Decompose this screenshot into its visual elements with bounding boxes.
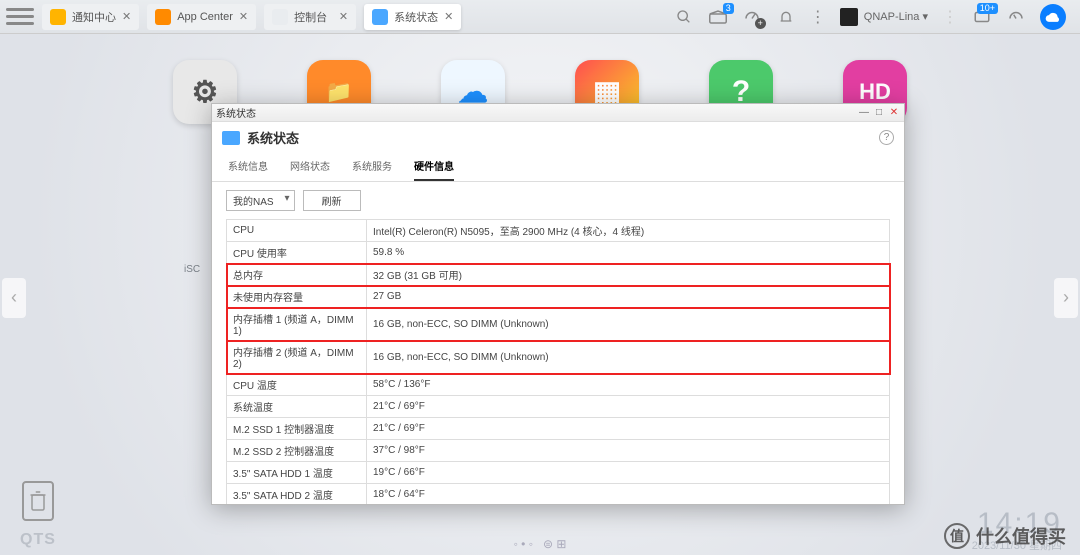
row-value: 19°C / 66°F xyxy=(367,462,890,484)
hardware-info-table: CPUIntel(R) Celeron(R) N5095，至高 2900 MHz… xyxy=(226,219,890,504)
row-value: 59.8 % xyxy=(367,242,890,264)
row-value: Intel(R) Celeron(R) N5095，至高 2900 MHz (4… xyxy=(367,220,890,242)
tab-icon xyxy=(272,9,288,25)
tab-close-icon[interactable]: ✕ xyxy=(444,10,453,23)
trash-icon[interactable] xyxy=(22,481,54,521)
table-row: 内存插槽 2 (频道 A，DIMM 2)16 GB, non-ECC, SO D… xyxy=(227,341,890,374)
help-icon[interactable]: ? xyxy=(879,130,894,145)
speed-icon[interactable]: + xyxy=(742,7,762,27)
ext-icon[interactable]: 10+ xyxy=(972,7,992,27)
row-value: 21°C / 69°F xyxy=(367,396,890,418)
desktop-prev-icon[interactable]: ‹ xyxy=(2,278,26,318)
window-tab[interactable]: 硬件信息 xyxy=(414,153,454,181)
avatar xyxy=(840,8,858,26)
row-key: CPU 温度 xyxy=(227,374,367,396)
system-status-window: 系统状态 — □ ✕ 系统状态 ? 系统信息网络状态系统服务硬件信息 我的NAS… xyxy=(211,103,905,505)
app-tab[interactable]: 通知中心 ✕ xyxy=(42,4,139,30)
tab-icon xyxy=(372,9,388,25)
row-key: 内存插槽 1 (频道 A，DIMM 1) xyxy=(227,308,367,341)
row-value: 37°C / 98°F xyxy=(367,440,890,462)
qts-logo: QTS xyxy=(20,531,56,549)
row-key: CPU 使用率 xyxy=(227,242,367,264)
window-tab[interactable]: 系统服务 xyxy=(352,153,392,181)
row-key: CPU xyxy=(227,220,367,242)
nas-select[interactable]: 我的NAS xyxy=(226,190,295,211)
row-key: M.2 SSD 2 控制器温度 xyxy=(227,440,367,462)
window-tabs: 系统信息网络状态系统服务硬件信息 xyxy=(212,153,904,182)
app-tab[interactable]: 系统状态 ✕ xyxy=(364,4,461,30)
table-row: 总内存32 GB (31 GB 可用) xyxy=(227,264,890,286)
table-row: 未使用内存容量27 GB xyxy=(227,286,890,308)
window-title: 系统状态 xyxy=(247,128,299,147)
app-tab[interactable]: App Center ✕ xyxy=(147,4,256,30)
tab-label: App Center xyxy=(177,11,233,23)
divider: ⋮ xyxy=(942,7,958,27)
row-value: 18°C / 64°F xyxy=(367,484,890,505)
user-menu[interactable]: QNAP-Lina ▾ xyxy=(840,8,928,26)
window-header: 系统状态 ? xyxy=(212,122,904,153)
tab-icon xyxy=(50,9,66,25)
tab-close-icon[interactable]: ✕ xyxy=(122,10,131,23)
tab-close-icon[interactable]: ✕ xyxy=(339,10,348,23)
window-tab[interactable]: 网络状态 xyxy=(290,153,330,181)
tab-label: 系统状态 xyxy=(394,9,438,25)
close-button[interactable]: ✕ xyxy=(888,107,900,118)
row-value: 16 GB, non-ECC, SO DIMM (Unknown) xyxy=(367,341,890,374)
isc-label: iSC xyxy=(184,264,200,275)
row-key: M.2 SSD 1 控制器温度 xyxy=(227,418,367,440)
watermark: 值 什么值得买 xyxy=(944,523,1066,549)
row-value: 32 GB (31 GB 可用) xyxy=(367,264,890,286)
row-value: 16 GB, non-ECC, SO DIMM (Unknown) xyxy=(367,308,890,341)
search-icon[interactable] xyxy=(674,7,694,27)
row-key: 3.5" SATA HDD 2 温度 xyxy=(227,484,367,505)
table-row: 系统温度21°C / 69°F xyxy=(227,396,890,418)
desktop-pager[interactable]: ◦ • ◦ ⊜ ⊞ xyxy=(514,537,567,551)
window-titlebar-text: 系统状态 xyxy=(216,105,256,120)
app-tab[interactable]: 控制台 ✕ xyxy=(264,4,356,30)
refresh-button[interactable]: 刷新 xyxy=(303,190,361,211)
divider: ⋮ xyxy=(810,7,826,27)
row-key: 3.5" SATA HDD 1 温度 xyxy=(227,462,367,484)
menu-icon[interactable] xyxy=(6,6,34,28)
cloud-button[interactable] xyxy=(1040,4,1066,30)
tab-icon xyxy=(155,9,171,25)
row-value: 21°C / 69°F xyxy=(367,418,890,440)
window-titlebar[interactable]: 系统状态 — □ ✕ xyxy=(212,104,904,122)
dash-icon[interactable] xyxy=(1006,7,1026,27)
window-tab[interactable]: 系统信息 xyxy=(228,153,268,181)
tab-close-icon[interactable]: ✕ xyxy=(239,10,248,23)
table-row: CPU 温度58°C / 136°F xyxy=(227,374,890,396)
row-key: 系统温度 xyxy=(227,396,367,418)
desktop-next-icon[interactable]: › xyxy=(1054,278,1078,318)
window-toolbar: 我的NAS 刷新 xyxy=(212,182,904,219)
table-row: CPUIntel(R) Celeron(R) N5095，至高 2900 MHz… xyxy=(227,220,890,242)
minimize-button[interactable]: — xyxy=(858,107,870,118)
table-row: M.2 SSD 1 控制器温度21°C / 69°F xyxy=(227,418,890,440)
table-row: M.2 SSD 2 控制器温度37°C / 98°F xyxy=(227,440,890,462)
tab-label: 通知中心 xyxy=(72,9,116,25)
row-value: 27 GB xyxy=(367,286,890,308)
table-row: 3.5" SATA HDD 2 温度18°C / 64°F xyxy=(227,484,890,505)
inbox-icon[interactable]: 3 xyxy=(708,7,728,27)
tab-label: 控制台 xyxy=(294,9,327,25)
monitor-icon xyxy=(222,131,240,145)
top-actions: 3 + ⋮ QNAP-Lina ▾ ⋮ 10+ xyxy=(674,4,1074,30)
table-row: CPU 使用率59.8 % xyxy=(227,242,890,264)
open-tabs: 通知中心 ✕ App Center ✕ 控制台 ✕ 系统状态 ✕ xyxy=(34,4,461,30)
notify-icon[interactable] xyxy=(776,7,796,27)
hardware-table-wrap: CPUIntel(R) Celeron(R) N5095，至高 2900 MHz… xyxy=(212,219,904,504)
row-value: 58°C / 136°F xyxy=(367,374,890,396)
maximize-button[interactable]: □ xyxy=(873,107,885,118)
top-bar: 通知中心 ✕ App Center ✕ 控制台 ✕ 系统状态 ✕ 3 + ⋮ QNAP-Lin… xyxy=(0,0,1080,34)
table-row: 内存插槽 1 (频道 A，DIMM 1)16 GB, non-ECC, SO D… xyxy=(227,308,890,341)
row-key: 总内存 xyxy=(227,264,367,286)
table-row: 3.5" SATA HDD 1 温度19°C / 66°F xyxy=(227,462,890,484)
row-key: 未使用内存容量 xyxy=(227,286,367,308)
row-key: 内存插槽 2 (频道 A，DIMM 2) xyxy=(227,341,367,374)
